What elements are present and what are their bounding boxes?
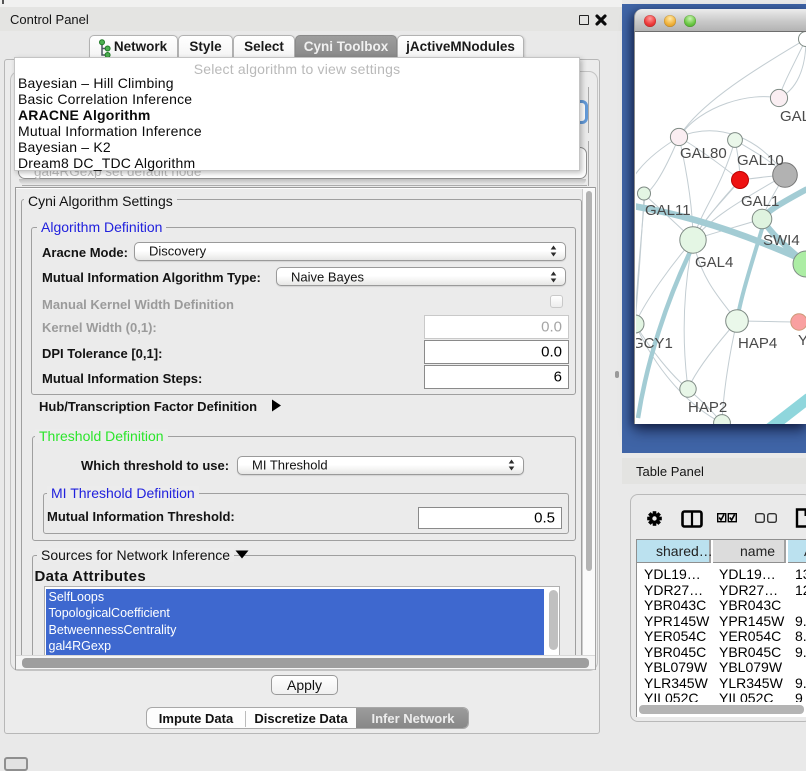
svg-text:GAL11: GAL11 xyxy=(645,202,691,219)
svg-text:GAL4: GAL4 xyxy=(695,254,733,271)
svg-text:HAP2: HAP2 xyxy=(688,399,727,416)
svg-text:GAL1: GAL1 xyxy=(741,193,779,210)
svg-text:SWI4: SWI4 xyxy=(763,232,800,249)
svg-text:Y: Y xyxy=(798,332,806,349)
svg-text:GAL10: GAL10 xyxy=(737,152,784,169)
svg-text:GCY1: GCY1 xyxy=(636,335,673,352)
svg-text:HAP4: HAP4 xyxy=(738,335,777,352)
svg-text:GAL80: GAL80 xyxy=(680,145,727,162)
svg-text:GAL7: GAL7 xyxy=(780,108,806,125)
